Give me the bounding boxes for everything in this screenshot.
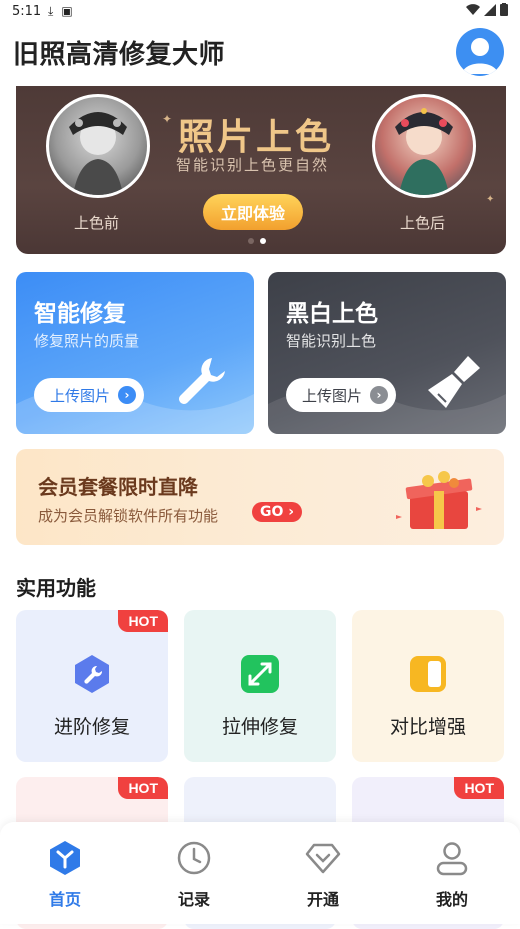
expand-arrows-icon <box>241 655 279 693</box>
gift-box-icon <box>396 471 482 529</box>
clock-icon <box>177 841 211 875</box>
tab-records[interactable]: 记录 <box>154 840 234 910</box>
home-cube-icon <box>50 841 80 875</box>
paint-brush-icon <box>428 356 480 408</box>
bw-colorize-card[interactable]: 黑白上色 智能识别上色 上传图片 › <box>268 272 506 434</box>
smart-repair-card[interactable]: 智能修复 修复照片的质量 上传图片 › <box>16 272 254 434</box>
banner-title: 照片上色 <box>178 116 335 158</box>
sparkle-icon: ✦ <box>486 194 495 205</box>
tab-mine[interactable]: 我的 <box>412 840 492 910</box>
wifi-icon <box>466 3 480 15</box>
app-notification-icon: ▣ <box>61 4 73 18</box>
status-time: 5:11 <box>12 4 42 19</box>
banner-subtitle: 智能识别上色更自然 <box>176 156 330 174</box>
feature-advanced-repair[interactable]: HOT 进阶修复 <box>16 610 168 762</box>
person-avatar-icon <box>462 38 498 74</box>
status-notification-icons: ⤓ ▣ <box>48 4 73 19</box>
banner-try-button[interactable]: 立即体验 <box>203 194 304 230</box>
sparkle-icon: ✦ <box>162 112 173 126</box>
card-subtitle: 修复照片的质量 <box>34 332 140 350</box>
tab-label: 记录 <box>177 890 210 909</box>
contrast-icon <box>410 656 446 692</box>
hot-badge: HOT <box>454 777 504 799</box>
after-caption: 上色后 <box>400 214 446 232</box>
signal-icon <box>484 3 496 16</box>
feature-label: 进阶修复 <box>53 716 130 738</box>
card-title: 黑白上色 <box>286 301 378 327</box>
go-button[interactable]: GO › <box>252 502 303 522</box>
person-icon <box>436 842 468 876</box>
promo-banner[interactable]: 上色前 上色后 照片上色 智能识别上色更自然 立即体验 ✦ ✦ <box>16 86 506 254</box>
tab-label: 首页 <box>48 890 81 909</box>
hot-badge: HOT <box>118 610 168 632</box>
tab-subscribe[interactable]: 开通 <box>283 840 363 910</box>
tab-label: 开通 <box>306 890 339 909</box>
user-avatar[interactable] <box>456 28 504 76</box>
hot-badge: HOT <box>118 777 168 799</box>
member-subtitle: 成为会员解锁软件所有功能 <box>38 507 219 525</box>
banner-pagination <box>248 238 266 244</box>
wrench-icon <box>179 358 225 404</box>
pagination-dot <box>248 238 254 244</box>
portrait-after-image <box>372 94 476 198</box>
app-title: 旧照高清修复大师 <box>13 40 226 70</box>
chevron-right-icon: › <box>118 386 137 404</box>
pagination-dot-active <box>260 238 266 244</box>
upload-label: 上传图片 <box>302 386 363 405</box>
go-label: GO <box>260 504 284 520</box>
feature-stretch-repair[interactable]: 拉伸修复 <box>184 610 336 762</box>
wrench-hex-icon <box>75 655 109 693</box>
diamond-icon <box>305 843 341 874</box>
card-subtitle: 智能识别上色 <box>286 332 377 350</box>
upload-photo-button[interactable]: 上传图片 › <box>286 378 397 412</box>
portrait-before-image <box>46 94 150 198</box>
tab-home[interactable]: 首页 <box>25 840 105 910</box>
upload-photo-button[interactable]: 上传图片 › <box>34 378 145 412</box>
status-bar: 5:11 ⤓ ▣ <box>0 0 520 24</box>
status-right-icons <box>466 3 508 16</box>
chevron-right-icon: › <box>370 386 389 404</box>
membership-promo[interactable]: 会员套餐限时直降 成为会员解锁软件所有功能 GO › <box>16 449 504 545</box>
tab-label: 我的 <box>435 890 468 909</box>
card-title: 智能修复 <box>34 301 126 327</box>
feature-label: 拉伸修复 <box>221 716 298 738</box>
battery-icon <box>500 3 508 16</box>
before-caption: 上色前 <box>74 214 120 232</box>
download-icon: ⤓ <box>48 4 54 18</box>
bottom-tab-bar: 首页 记录 开通 我的 <box>0 822 520 924</box>
member-title: 会员套餐限时直降 <box>38 475 198 499</box>
feature-label: 对比增强 <box>389 716 466 738</box>
section-title: 实用功能 <box>16 576 96 600</box>
feature-contrast-enhance[interactable]: 对比增强 <box>352 610 504 762</box>
upload-label: 上传图片 <box>50 386 111 405</box>
